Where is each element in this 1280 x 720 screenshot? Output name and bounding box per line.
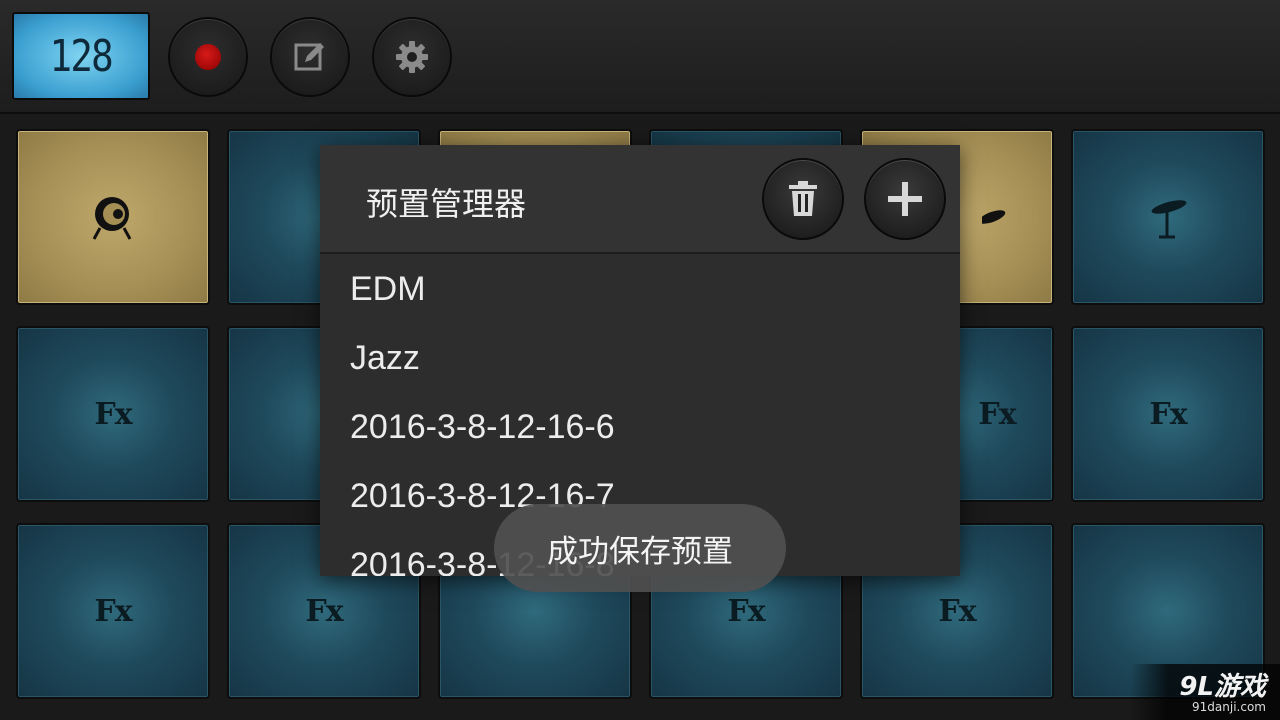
watermark: 9L游戏 91danji.com (1130, 664, 1280, 720)
bpm-display[interactable]: 128 (12, 12, 150, 100)
fx-label: Fx (94, 396, 132, 432)
fx-label: Fx (978, 396, 1016, 432)
dialog-header: 预置管理器 (320, 145, 960, 254)
preset-item[interactable]: EDM (350, 270, 426, 309)
fx-label: Fx (1149, 396, 1187, 432)
settings-button[interactable] (372, 17, 452, 97)
watermark-brand: 9L游戏 (1179, 672, 1266, 702)
toast-notification: 成功保存预置 (494, 504, 786, 592)
pad-cymbal[interactable] (1071, 129, 1265, 305)
top-toolbar: 128 (0, 0, 1280, 114)
fx-label: Fx (727, 593, 765, 629)
plus-icon (888, 182, 922, 216)
record-button[interactable] (168, 17, 248, 97)
preset-item[interactable]: Jazz (350, 339, 420, 378)
pad-fx[interactable]: Fx (1071, 326, 1265, 502)
settings-gear-icon (396, 41, 428, 73)
edit-icon (294, 43, 324, 71)
edit-button[interactable] (270, 17, 350, 97)
delete-preset-button[interactable] (762, 158, 844, 240)
fx-label: Fx (305, 593, 343, 629)
kick-drum-icon (92, 197, 132, 240)
fx-label: Fx (94, 593, 132, 629)
trash-icon (789, 181, 817, 216)
pad-fx[interactable]: Fx (16, 523, 210, 699)
record-icon (195, 44, 221, 70)
fx-label: Fx (938, 593, 976, 629)
preset-item[interactable]: 2016-3-8-12-16-6 (350, 408, 615, 447)
bpm-value: 128 (49, 30, 114, 82)
add-preset-button[interactable] (864, 158, 946, 240)
toast-message: 成功保存预置 (547, 533, 733, 570)
pad-fx[interactable]: Fx (16, 326, 210, 502)
pad-kick-drum[interactable] (16, 129, 210, 305)
watermark-url: 91danji.com (1192, 700, 1266, 714)
hihat-icon (982, 210, 1006, 224)
cymbal-icon (1151, 200, 1187, 239)
dialog-title: 预置管理器 (366, 185, 527, 223)
